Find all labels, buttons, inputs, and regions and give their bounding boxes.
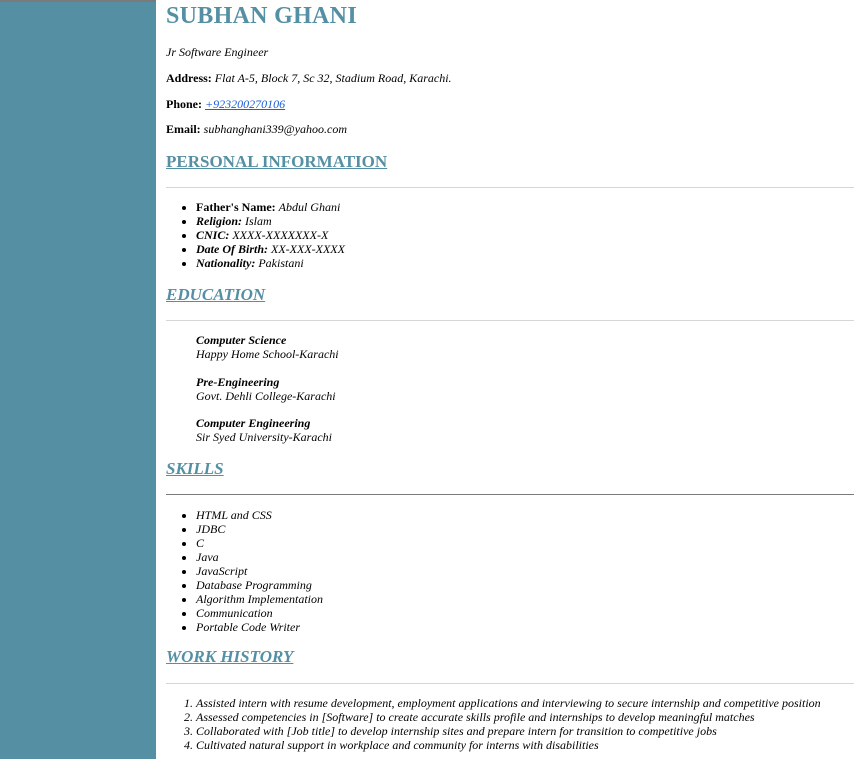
list-item: Algorithm Implementation bbox=[196, 592, 323, 606]
list-item: Assisted intern with resume development,… bbox=[196, 696, 821, 710]
work-divider bbox=[166, 683, 854, 684]
nationality-value: Pakistani bbox=[258, 256, 304, 270]
skills-divider bbox=[166, 494, 854, 495]
personal-info-list: Father's Name: Abdul Ghani Religion: Isl… bbox=[166, 200, 345, 270]
list-item: Assessed competencies in [Software] to c… bbox=[196, 710, 821, 724]
religion-label: Religion: bbox=[196, 214, 243, 228]
list-item: CNIC: XXXX-XXXXXXX-X bbox=[196, 228, 345, 242]
education-divider bbox=[166, 320, 854, 321]
list-item: Collaborated with [Job title] to develop… bbox=[196, 724, 821, 738]
nationality-label: Nationality: bbox=[196, 256, 256, 270]
education-entry: Computer Engineering Sir Syed University… bbox=[196, 416, 332, 444]
phone-link[interactable]: +923200270106 bbox=[205, 97, 285, 111]
list-item: JDBC bbox=[196, 522, 323, 536]
list-item: Cultivated natural support in workplace … bbox=[196, 738, 821, 752]
list-item: Java bbox=[196, 550, 323, 564]
email-line: Email: subhanghani339@yahoo.com bbox=[166, 122, 347, 137]
job-title: Jr Software Engineer bbox=[166, 45, 269, 59]
list-item: C bbox=[196, 536, 323, 550]
education-entry: Computer Science Happy Home School-Karac… bbox=[196, 333, 339, 361]
religion-value: Islam bbox=[245, 214, 272, 228]
education-school: Sir Syed University-Karachi bbox=[196, 430, 332, 444]
address-value: Flat A-5, Block 7, Sc 32, Stadium Road, … bbox=[214, 71, 452, 85]
list-item: Portable Code Writer bbox=[196, 620, 323, 634]
list-item: Father's Name: Abdul Ghani bbox=[196, 200, 345, 214]
dob-value: XX-XXX-XXXX bbox=[271, 242, 345, 256]
skills-heading: SKILLS bbox=[166, 459, 224, 478]
personal-divider bbox=[166, 187, 854, 188]
address-line: Address: Flat A-5, Block 7, Sc 32, Stadi… bbox=[166, 71, 452, 86]
work-history-heading: WORK HISTORY bbox=[166, 647, 294, 666]
personal-info-heading: PERSONAL INFORMATION bbox=[166, 152, 388, 171]
education-degree: Computer Science bbox=[196, 333, 287, 347]
list-item: Communication bbox=[196, 606, 323, 620]
phone-label: Phone: bbox=[166, 97, 202, 111]
education-school: Govt. Dehli College-Karachi bbox=[196, 389, 336, 403]
dob-label: Date Of Birth: bbox=[196, 242, 268, 256]
address-label: Address: bbox=[166, 71, 212, 85]
work-history-list: Assisted intern with resume development,… bbox=[166, 696, 821, 752]
education-heading: EDUCATION bbox=[166, 285, 266, 304]
phone-line: Phone: +923200270106 bbox=[166, 97, 285, 112]
list-item: Database Programming bbox=[196, 578, 323, 592]
skills-list: HTML and CSS JDBC C Java JavaScript Data… bbox=[166, 508, 323, 634]
education-school: Happy Home School-Karachi bbox=[196, 347, 339, 361]
fathers-name-value: Abdul Ghani bbox=[278, 200, 341, 214]
education-entry: Pre-Engineering Govt. Dehli College-Kara… bbox=[196, 375, 336, 403]
email-label: Email: bbox=[166, 122, 201, 136]
sidebar-panel bbox=[0, 0, 156, 759]
list-item: HTML and CSS bbox=[196, 508, 323, 522]
list-item: JavaScript bbox=[196, 564, 323, 578]
education-degree: Computer Engineering bbox=[196, 416, 311, 430]
list-item: Religion: Islam bbox=[196, 214, 345, 228]
cnic-value: XXXX-XXXXXXX-X bbox=[232, 228, 329, 242]
education-degree: Pre-Engineering bbox=[196, 375, 280, 389]
email-value: subhanghani339@yahoo.com bbox=[203, 122, 348, 136]
fathers-name-label: Father's Name: bbox=[196, 200, 276, 214]
list-item: Date Of Birth: XX-XXX-XXXX bbox=[196, 242, 345, 256]
list-item: Nationality: Pakistani bbox=[196, 256, 345, 270]
cnic-label: CNIC: bbox=[196, 228, 230, 242]
resume-name: SUBHAN GHANI bbox=[166, 3, 357, 29]
sidebar-top-border bbox=[0, 0, 156, 2]
